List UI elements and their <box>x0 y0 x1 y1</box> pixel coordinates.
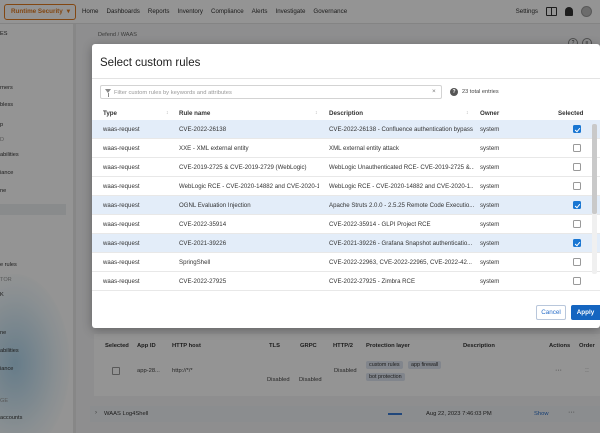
description-cell: WebLogic Unauthenticated RCE- CVE-2019-2… <box>329 164 474 171</box>
rule-name-cell: SpringShell <box>179 259 211 266</box>
help-icon[interactable]: ? <box>450 88 458 96</box>
selected-checkbox[interactable] <box>573 182 581 190</box>
selected-checkbox[interactable] <box>573 220 581 228</box>
owner-cell: system <box>480 164 500 171</box>
type-cell: waas-request <box>103 202 140 209</box>
select-custom-rules-dialog: Select custom rules × ? 23 total entries… <box>92 44 600 328</box>
sort-icon[interactable]: ↕ <box>315 110 318 116</box>
owner-cell: system <box>480 259 500 266</box>
description-cell: XML external entity attack <box>329 145 399 152</box>
filter-input[interactable] <box>114 88 424 97</box>
rule-name-cell: CVE-2019-2725 & CVE-2019-2729 (WebLogic) <box>179 164 307 171</box>
owner-cell: system <box>480 202 500 209</box>
selected-checkbox[interactable] <box>573 258 581 266</box>
selected-checkbox[interactable] <box>573 201 581 209</box>
description-cell: Apache Struts 2.0.0 - 2.5.25 Remote Code… <box>329 202 474 209</box>
clear-icon[interactable]: × <box>432 88 436 95</box>
description-cell: CVE-2022-26138 - Confluence authenticati… <box>329 126 473 133</box>
type-cell: waas-request <box>103 221 140 228</box>
table-scrollbar-thumb[interactable] <box>592 124 597 214</box>
apply-button[interactable]: Apply <box>571 305 600 320</box>
sort-icon[interactable]: ↕ <box>466 110 469 116</box>
owner-cell: system <box>480 240 500 247</box>
owner-cell: system <box>480 278 500 285</box>
table-row[interactable]: waas-request CVE-2019-2725 & CVE-2019-27… <box>92 158 600 177</box>
owner-cell: system <box>480 145 500 152</box>
rule-name-cell: CVE-2022-35914 <box>179 221 227 228</box>
column-header-rule-name[interactable]: Rule name <box>179 110 210 117</box>
owner-cell: system <box>480 221 500 228</box>
table-row[interactable]: waas-request CVE-2021-39226 CVE-2021-392… <box>92 234 600 253</box>
rule-name-cell: CVE-2021-39226 <box>179 240 227 247</box>
table-row[interactable]: waas-request SpringShell CVE-2022-22963,… <box>92 253 600 272</box>
type-cell: waas-request <box>103 145 140 152</box>
owner-cell: system <box>480 126 500 133</box>
column-header-selected[interactable]: Selected <box>558 110 583 117</box>
rule-name-cell: WebLogic RCE - CVE-2020-14882 and CVE-20… <box>179 183 319 190</box>
rule-name-cell: CVE-2022-27925 <box>179 278 227 285</box>
selected-checkbox[interactable] <box>573 144 581 152</box>
rule-name-cell: OGNL Evaluation Injection <box>179 202 251 209</box>
cancel-button[interactable]: Cancel <box>536 305 566 320</box>
sort-icon[interactable]: ↕ <box>166 110 169 116</box>
filter-field[interactable]: × <box>100 85 442 99</box>
dialog-title: Select custom rules <box>100 57 201 69</box>
column-header-type[interactable]: Type <box>103 110 117 117</box>
type-cell: waas-request <box>103 278 140 285</box>
type-cell: waas-request <box>103 183 140 190</box>
rule-name-cell: XXE - XML external entity <box>179 145 249 152</box>
table-row[interactable]: waas-request CVE-2022-35914 CVE-2022-359… <box>92 215 600 234</box>
description-cell: CVE-2022-22963, CVE-2022-22965, CVE-2022… <box>329 259 472 266</box>
type-cell: waas-request <box>103 164 140 171</box>
divider <box>92 78 600 79</box>
table-row[interactable]: waas-request WebLogic RCE - CVE-2020-148… <box>92 177 600 196</box>
selected-checkbox[interactable] <box>573 125 581 133</box>
table-row[interactable]: waas-request CVE-2022-26138 CVE-2022-261… <box>92 120 600 139</box>
selected-checkbox[interactable] <box>573 239 581 247</box>
table-row[interactable]: waas-request OGNL Evaluation Injection A… <box>92 196 600 215</box>
filter-icon <box>105 89 111 97</box>
description-cell: CVE-2022-35914 - GLPI Project RCE <box>329 221 431 228</box>
table-row[interactable]: waas-request CVE-2022-27925 CVE-2022-279… <box>92 272 600 291</box>
rule-name-cell: CVE-2022-26138 <box>179 126 227 133</box>
total-entries: 23 total entries <box>462 89 499 95</box>
description-cell: CVE-2022-27925 - Zimbra RCE <box>329 278 416 285</box>
description-cell: CVE-2021-39226 - Grafana Snapshot authen… <box>329 240 473 247</box>
type-cell: waas-request <box>103 240 140 247</box>
table-row[interactable]: waas-request XXE - XML external entity X… <box>92 139 600 158</box>
selected-checkbox[interactable] <box>573 277 581 285</box>
owner-cell: system <box>480 183 500 190</box>
description-cell: WebLogic RCE - CVE-2020-14882 and CVE-20… <box>329 183 474 190</box>
selected-checkbox[interactable] <box>573 163 581 171</box>
column-header-description[interactable]: Description <box>329 110 363 117</box>
column-header-owner[interactable]: Owner <box>480 110 499 117</box>
type-cell: waas-request <box>103 259 140 266</box>
type-cell: waas-request <box>103 126 140 133</box>
